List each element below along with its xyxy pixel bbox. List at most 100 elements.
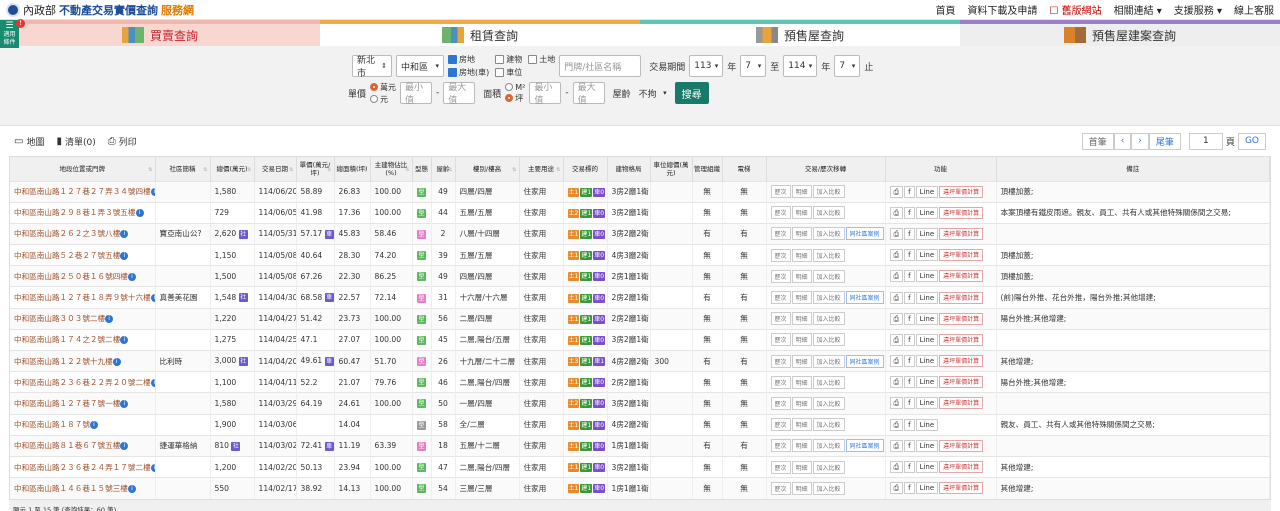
- print-row-icon[interactable]: ⎙: [889, 185, 904, 198]
- compare-button[interactable]: 加入比較: [812, 291, 845, 305]
- history-button[interactable]: 歷次: [770, 312, 791, 326]
- facebook-icon[interactable]: f: [904, 227, 915, 240]
- history-button[interactable]: 歷次: [770, 439, 791, 453]
- detail-button[interactable]: 明細: [791, 375, 812, 389]
- address-cell[interactable]: 中和區南山路８１巷６７號五樓 i: [10, 434, 156, 457]
- address-cell[interactable]: 中和區南山路１２７巷７號一樓 i: [10, 392, 156, 415]
- city-select[interactable]: 新北市 ⇕: [352, 55, 392, 79]
- facebook-icon[interactable]: f: [904, 482, 915, 495]
- address-text[interactable]: 中和區南山路３０３號二樓: [14, 314, 105, 323]
- area-max-input[interactable]: 最大值: [572, 82, 605, 106]
- info-icon[interactable]: i: [120, 336, 129, 345]
- address-text[interactable]: 中和區南山路５２巷２７號五樓: [14, 251, 120, 260]
- address-cell[interactable]: 中和區南山路１２７巷１８弄９號十六樓i: [10, 286, 156, 309]
- address-text[interactable]: 中和區南山路２６２之３號八樓: [14, 229, 120, 238]
- compare-button[interactable]: 加入比較: [812, 227, 845, 241]
- facebook-icon[interactable]: f: [904, 355, 915, 368]
- column-header[interactable]: 單價(萬元/坪) ⇅: [296, 157, 335, 181]
- info-icon[interactable]: i: [135, 209, 144, 218]
- detail-button[interactable]: 明細: [791, 291, 812, 305]
- print-row-icon[interactable]: ⎙: [889, 355, 904, 368]
- age-select[interactable]: 不拘 ▾: [635, 82, 671, 104]
- line-share-button[interactable]: Line: [915, 461, 939, 474]
- check-building[interactable]: 建物: [495, 54, 522, 65]
- address-text[interactable]: 中和區南山路１２７巷２７弄３４號四樓: [14, 187, 151, 196]
- compare-button[interactable]: 加入比較: [812, 439, 845, 453]
- column-header[interactable]: 地段位置或門牌 ⇅: [10, 157, 156, 181]
- tab-rent[interactable]: 租賃查詢: [320, 20, 640, 46]
- unit-price-calc-button[interactable]: 違坪單價計算: [939, 270, 984, 283]
- address-cell[interactable]: 中和區南山路１８７號 i: [10, 413, 156, 436]
- check-land[interactable]: 土地: [528, 54, 555, 65]
- unit-price-calc-button[interactable]: 違坪單價計算: [939, 376, 984, 389]
- column-header[interactable]: 電梯: [722, 157, 767, 181]
- unit-price-calc-button[interactable]: 違坪單價計算: [939, 227, 984, 240]
- to-year-select[interactable]: 114 ▾: [783, 55, 818, 77]
- address-cell[interactable]: 中和區南山路１２７巷２７弄３４號四樓i: [10, 180, 156, 203]
- print-row-icon[interactable]: ⎙: [889, 439, 904, 452]
- column-header[interactable]: 車位總價(萬元): [650, 157, 693, 181]
- history-button[interactable]: 歷次: [770, 333, 791, 347]
- address-text[interactable]: 中和區南山路１２７巷１８弄９號十六樓: [14, 293, 151, 302]
- address-text[interactable]: 中和區南山路２３６巷２４弄１７號二樓: [14, 463, 151, 472]
- unit-price-calc-button[interactable]: 違坪單價計算: [939, 312, 984, 325]
- radio-wan[interactable]: 萬元: [370, 82, 396, 93]
- address-cell[interactable]: 中和區南山路２９８巷１弄３號五樓 i: [10, 201, 156, 224]
- to-month-select[interactable]: 7 ▾: [834, 55, 861, 77]
- nav-download[interactable]: 資料下載及申請: [967, 2, 1037, 17]
- compare-button[interactable]: 加入比較: [812, 396, 845, 410]
- detail-button[interactable]: 明細: [791, 354, 812, 368]
- page-input[interactable]: 1: [1188, 132, 1223, 150]
- address-text[interactable]: 中和區南山路１２２號十九樓: [14, 357, 113, 366]
- facebook-icon[interactable]: f: [904, 376, 915, 389]
- print-row-icon[interactable]: ⎙: [889, 482, 904, 495]
- list-button[interactable]: ▮ 清單(0): [56, 135, 95, 148]
- info-icon[interactable]: i: [120, 399, 129, 408]
- facebook-icon[interactable]: f: [904, 333, 915, 346]
- history-button[interactable]: 歷次: [770, 185, 791, 199]
- line-share-button[interactable]: Line: [915, 312, 939, 325]
- nav-links[interactable]: 相關連結 ▾: [1114, 2, 1162, 17]
- compare-button[interactable]: 加入比較: [812, 312, 845, 326]
- column-header[interactable]: 主建物佔比(%) ⇅: [370, 157, 413, 181]
- first-page-button[interactable]: 首筆: [1081, 132, 1114, 150]
- history-button[interactable]: 歷次: [770, 206, 791, 220]
- detail-button[interactable]: 明細: [791, 439, 812, 453]
- address-cell[interactable]: 中和區南山路２３６巷２４弄１７號二樓i: [10, 455, 156, 478]
- column-header[interactable]: 主要用途 ⇅: [519, 157, 564, 181]
- compare-button[interactable]: 加入比較: [812, 460, 845, 474]
- detail-button[interactable]: 明細: [791, 185, 812, 199]
- line-share-button[interactable]: Line: [915, 227, 939, 240]
- radio-yuan[interactable]: 元: [370, 94, 396, 105]
- column-header[interactable]: 總價(萬元) ⇅: [210, 157, 255, 181]
- detail-button[interactable]: 明細: [791, 396, 812, 410]
- price-max-input[interactable]: 最大值: [443, 82, 476, 106]
- unit-price-calc-button[interactable]: 違坪單價計算: [939, 439, 984, 452]
- column-header[interactable]: 交易日期 ⇅: [254, 157, 297, 181]
- nav-old-site[interactable]: ☐ 舊版網站: [1049, 2, 1101, 17]
- address-cell[interactable]: 中和區南山路２３６巷２２弄２０號二樓i: [10, 371, 156, 393]
- line-share-button[interactable]: Line: [915, 291, 939, 304]
- compare-button[interactable]: 加入比較: [812, 418, 845, 432]
- go-button[interactable]: GO: [1237, 132, 1266, 150]
- address-cell[interactable]: 中和區南山路１４６巷１５號三樓 i: [10, 477, 156, 499]
- column-header[interactable]: 型態: [412, 157, 432, 181]
- next-page-button[interactable]: ›: [1131, 132, 1149, 150]
- address-cell[interactable]: 中和區南山路５２巷２７號五樓 i: [10, 244, 156, 266]
- unit-price-calc-button[interactable]: 違坪單價計算: [939, 482, 984, 495]
- same-community-button[interactable]: 同社區案例: [845, 291, 884, 305]
- tab-presale[interactable]: 預售屋查詢: [640, 20, 960, 46]
- column-header[interactable]: 備註: [996, 157, 1270, 181]
- facebook-icon[interactable]: f: [904, 185, 915, 198]
- facebook-icon[interactable]: f: [904, 206, 915, 219]
- history-button[interactable]: 歷次: [770, 418, 791, 432]
- line-share-button[interactable]: Line: [915, 355, 939, 368]
- same-community-button[interactable]: 同社區案例: [845, 354, 884, 368]
- compare-button[interactable]: 加入比較: [812, 248, 845, 262]
- nav-service[interactable]: 線上客服: [1234, 2, 1274, 17]
- address-cell[interactable]: 中和區南山路１２２號十九樓 i: [10, 349, 156, 372]
- print-row-icon[interactable]: ⎙: [889, 333, 904, 346]
- nav-home[interactable]: 首頁: [935, 2, 955, 17]
- line-share-button[interactable]: Line: [915, 376, 939, 389]
- line-share-button[interactable]: Line: [915, 206, 939, 219]
